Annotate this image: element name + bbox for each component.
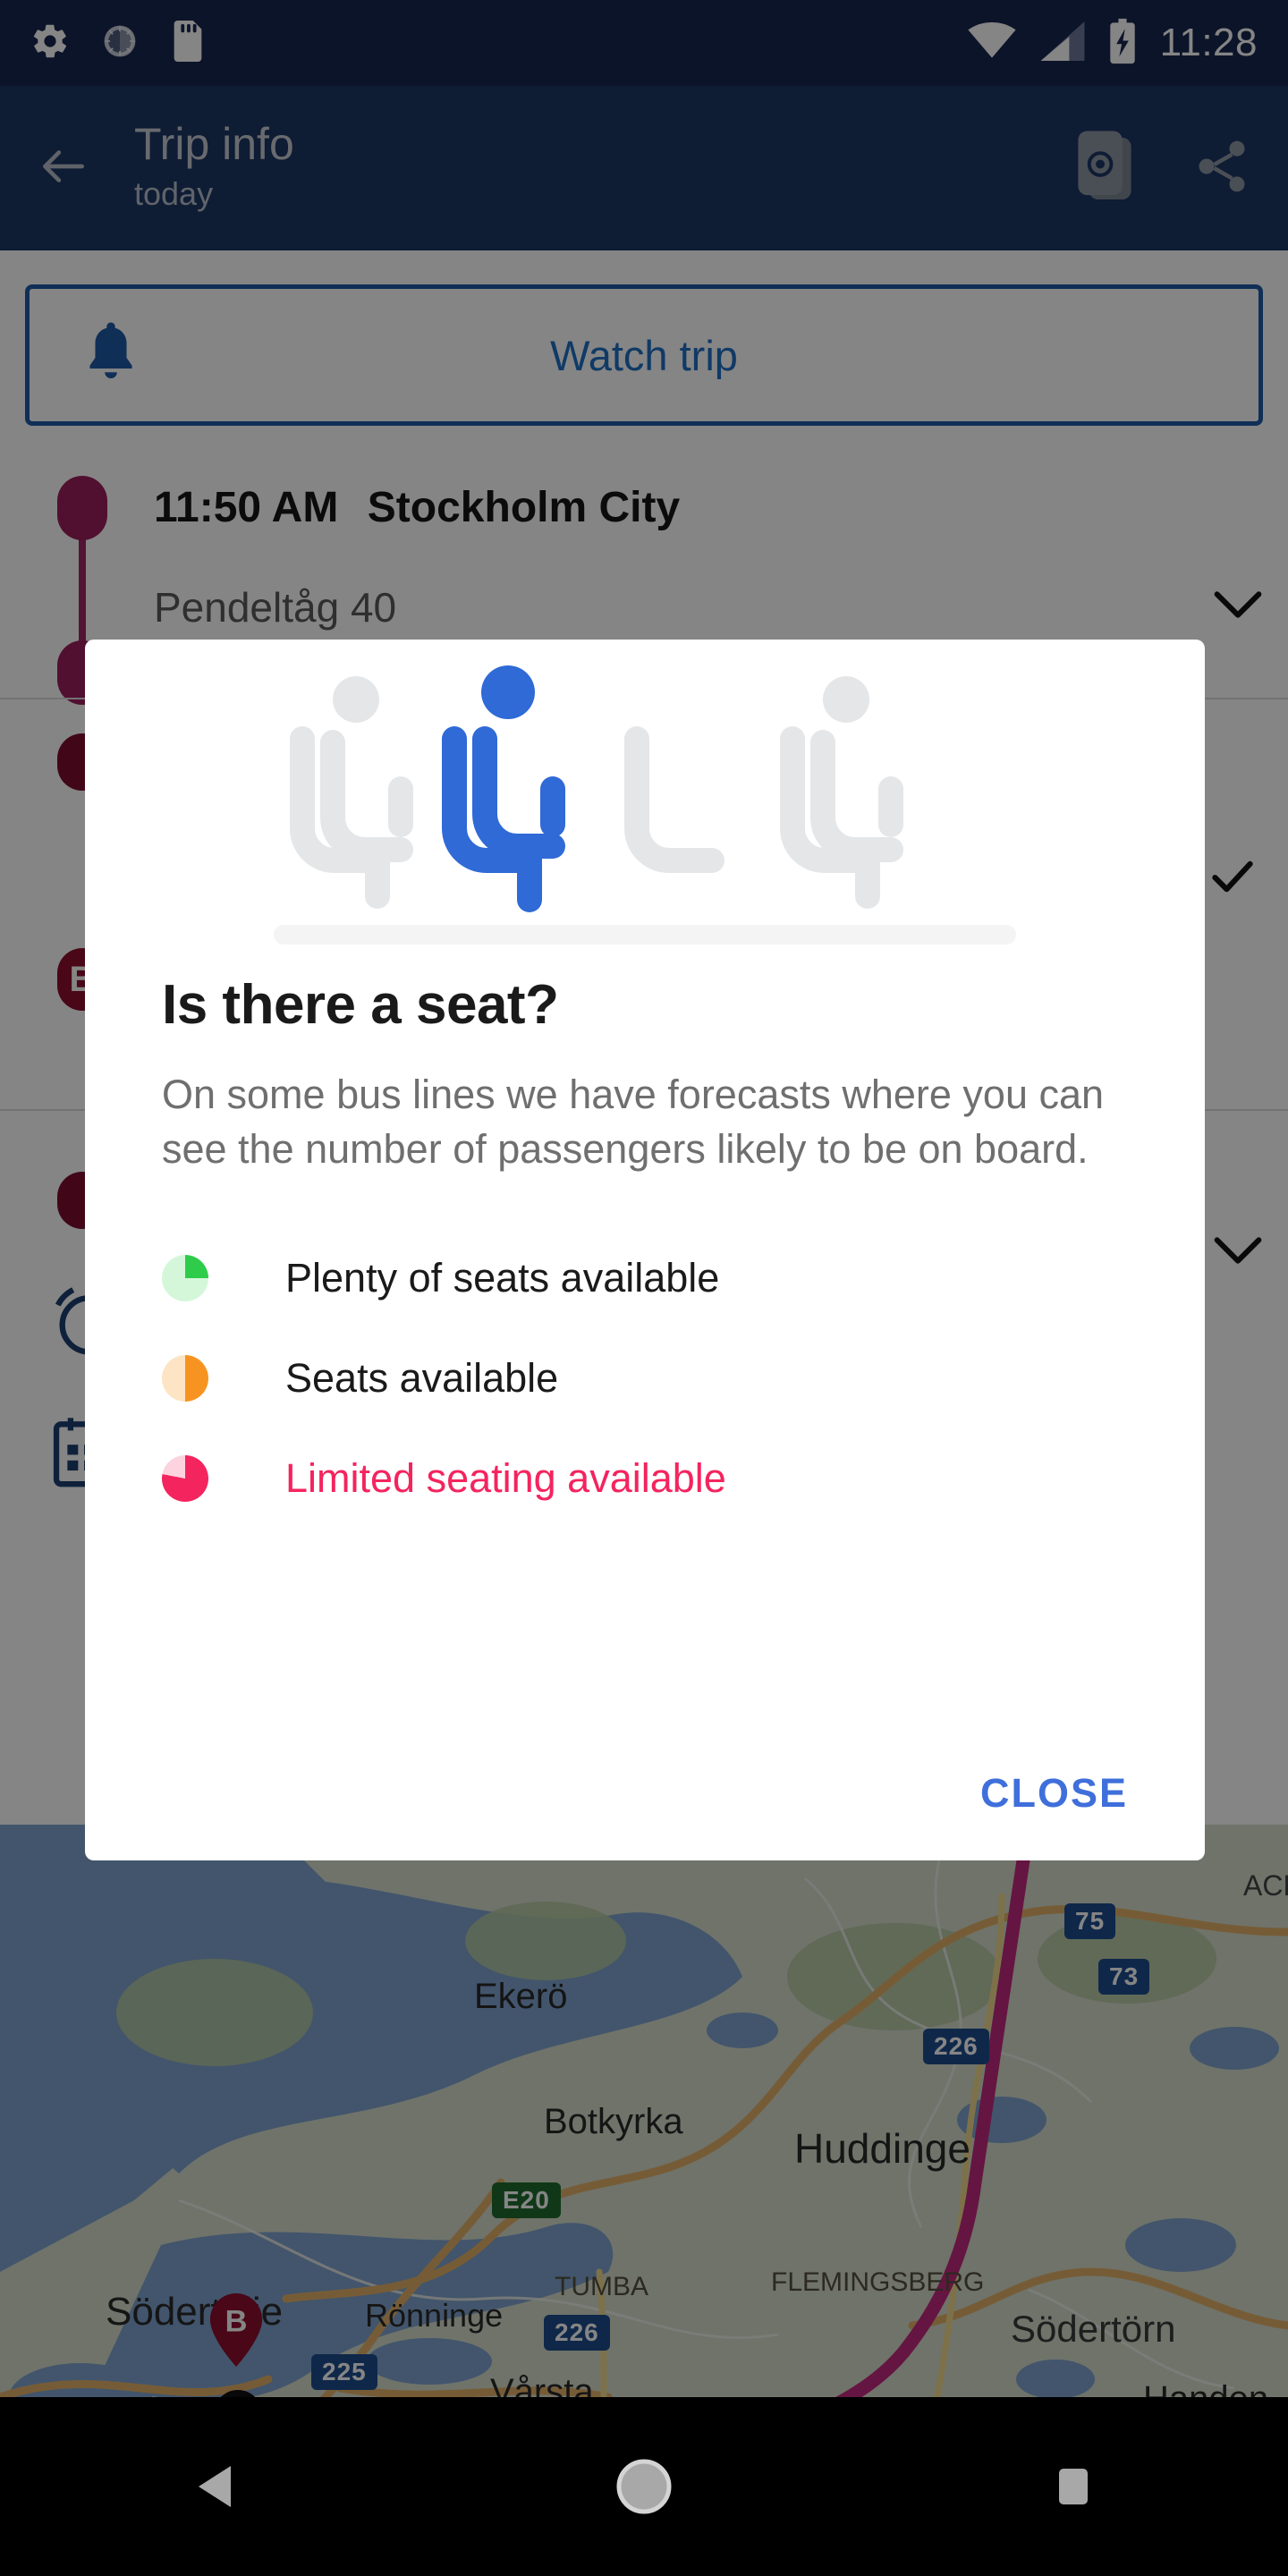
occupancy-pie-icon [162,1455,208,1503]
back-triangle-icon[interactable] [125,2397,304,2576]
android-nav-bar [0,2397,1288,2576]
dialog-description: On some bus lines we have forecasts wher… [162,1072,1105,1173]
legend-label: Plenty of seats available [285,1255,720,1301]
legend-row: Limited seating available [162,1428,1128,1529]
dialog-title: Is there a seat? [162,974,559,1036]
occupancy-pie-icon [162,1255,208,1302]
legend-label: Limited seating available [285,1455,726,1502]
seated-passengers-icon [85,640,1205,948]
recents-square-icon[interactable] [984,2397,1163,2576]
seat-legend: Plenty of seats available Seats available… [162,1228,1128,1529]
legend-row: Seats available [162,1328,1128,1428]
dialog-body: Is there a seat? On some bus lines we ha… [85,973,1205,1529]
seat-availability-dialog: Is there a seat? On some bus lines we ha… [85,640,1205,1860]
occupancy-pie-icon [162,1355,208,1402]
dialog-actions: CLOSE [85,1726,1205,1860]
legend-label: Seats available [285,1355,559,1402]
home-circle-icon[interactable] [555,2397,733,2576]
close-button[interactable]: CLOSE [980,1770,1128,1817]
legend-row: Plenty of seats available [162,1228,1128,1328]
